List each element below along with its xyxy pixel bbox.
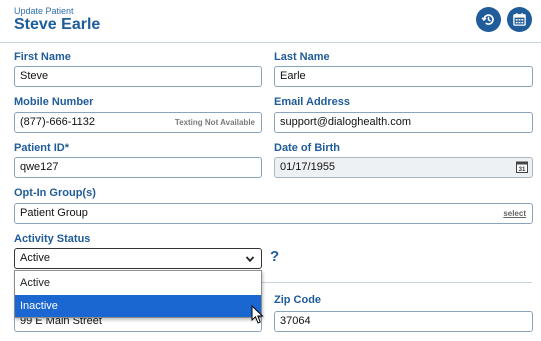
activity-status-dropdown: Active Inactive [14, 270, 262, 318]
last-name-field[interactable]: Earle [274, 66, 533, 87]
optin-groups-label: Opt-In Group(s) [14, 187, 96, 199]
email-address-value: support@dialoghealth.com [280, 116, 412, 128]
last-name-value: Earle [280, 70, 306, 82]
zip-code-label: Zip Code [274, 294, 322, 306]
activity-status-value: Active [20, 252, 50, 264]
first-name-field[interactable]: Steve [14, 66, 262, 87]
mouse-cursor-icon [251, 305, 264, 324]
date-of-birth-label: Date of Birth [274, 142, 340, 154]
patient-id-label: Patient ID* [14, 142, 70, 154]
zip-code-value: 37064 [280, 315, 311, 327]
history-icon [481, 14, 494, 25]
activity-status-help-icon[interactable]: ? [270, 248, 279, 265]
date-of-birth-field[interactable]: 01/17/1955 31 [274, 157, 533, 178]
activity-status-option-active[interactable]: Active [15, 272, 261, 294]
page-subtitle: Update Patient [14, 6, 74, 16]
last-name-label: Last Name [274, 51, 330, 63]
patient-id-field[interactable]: qwe127 [14, 157, 262, 178]
texting-status-hint: Texting Not Available [174, 118, 255, 127]
chevron-down-icon [245, 256, 255, 263]
date-of-birth-value: 01/17/1955 [280, 161, 336, 173]
calendar-icon [513, 13, 526, 26]
patient-id-value: qwe127 [20, 161, 59, 173]
calendar-button[interactable] [507, 7, 532, 32]
activity-status-option-inactive[interactable]: Inactive [15, 295, 261, 317]
mobile-number-field[interactable]: (877)-666-1132 Texting Not Available [14, 112, 262, 133]
calendar-picker-icon[interactable]: 31 [516, 161, 528, 173]
zip-code-field[interactable]: 37064 [274, 311, 533, 332]
page-title: Steve Earle [14, 16, 101, 33]
mobile-number-label: Mobile Number [14, 96, 94, 108]
activity-status-select[interactable]: Active [14, 248, 262, 269]
optin-groups-field[interactable]: Patient Group select [14, 203, 533, 224]
svg-text:31: 31 [519, 167, 526, 173]
select-groups-link[interactable]: select [503, 204, 526, 223]
first-name-value: Steve [20, 70, 49, 82]
history-button[interactable] [476, 7, 501, 32]
page-header: Update Patient Steve Earle [0, 0, 541, 43]
optin-groups-value: Patient Group [20, 207, 88, 219]
activity-status-label: Activity Status [14, 233, 91, 245]
email-address-field[interactable]: support@dialoghealth.com [274, 112, 533, 133]
mobile-number-value: (877)-666-1132 [20, 116, 96, 128]
first-name-label: First Name [14, 51, 71, 63]
email-address-label: Email Address [274, 96, 351, 108]
